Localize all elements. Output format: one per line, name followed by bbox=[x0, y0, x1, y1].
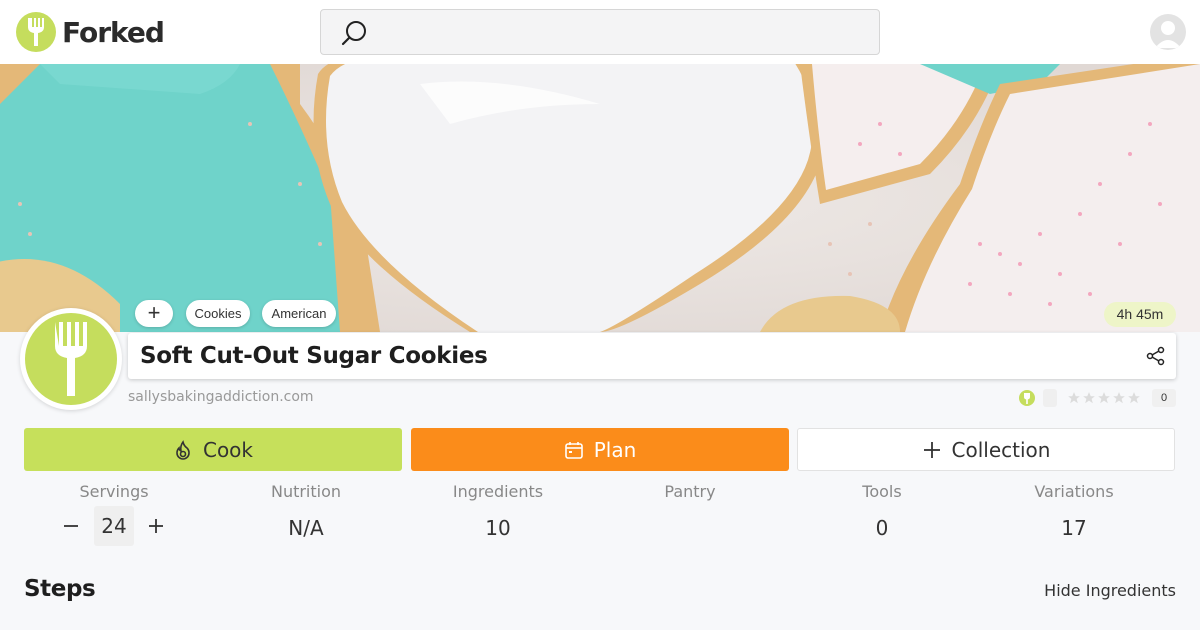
fork-icon bbox=[16, 12, 56, 52]
variations-label: Variations bbox=[1034, 482, 1114, 501]
rating-count-badge: 0 bbox=[1152, 389, 1176, 407]
ingredients-stat[interactable]: Ingredients 10 bbox=[402, 482, 594, 540]
tools-value: 0 bbox=[875, 516, 889, 540]
recipe-hero-image bbox=[0, 64, 1200, 332]
add-tag-button[interactable]: + bbox=[135, 300, 173, 327]
collection-button-label: Collection bbox=[951, 437, 1051, 462]
rating-widget[interactable] bbox=[1018, 389, 1141, 407]
hide-ingredients-toggle[interactable]: Hide Ingredients bbox=[1044, 581, 1176, 600]
flame-icon bbox=[176, 439, 190, 460]
nutrition-stat[interactable]: Nutrition N/A bbox=[210, 482, 402, 540]
variations-stat[interactable]: Variations 17 bbox=[978, 482, 1170, 540]
tag-chip[interactable]: Cookies bbox=[186, 300, 250, 327]
pantry-stat[interactable]: Pantry bbox=[594, 482, 786, 501]
star-icon[interactable] bbox=[1082, 391, 1096, 405]
servings-stat: Servings bbox=[18, 482, 210, 501]
tag-chip[interactable]: American bbox=[262, 300, 336, 327]
plan-button-label: Plan bbox=[593, 437, 637, 462]
add-to-collection-button[interactable]: Collection bbox=[797, 428, 1175, 471]
fork-badge-icon bbox=[1019, 390, 1035, 406]
pantry-label: Pantry bbox=[664, 482, 716, 501]
recipe-title-bar: Soft Cut-Out Sugar Cookies bbox=[128, 333, 1176, 379]
decrease-servings-button[interactable] bbox=[61, 516, 81, 536]
tools-label: Tools bbox=[862, 482, 902, 501]
rating-stars[interactable] bbox=[1067, 391, 1141, 405]
forked-logo[interactable]: Forked bbox=[16, 12, 165, 52]
calendar-icon bbox=[564, 441, 583, 459]
star-icon[interactable] bbox=[1067, 391, 1081, 405]
top-navigation-bar: Forked bbox=[0, 0, 1200, 65]
app-name: Forked bbox=[62, 15, 165, 49]
star-icon[interactable] bbox=[1097, 391, 1111, 405]
plus-icon bbox=[923, 441, 940, 458]
cook-button-label: Cook bbox=[202, 437, 254, 462]
variations-value: 17 bbox=[1061, 516, 1087, 540]
ingredients-label: Ingredients bbox=[452, 482, 544, 501]
total-time-badge: 4h 45m bbox=[1104, 302, 1176, 327]
recipe-author-avatar[interactable] bbox=[20, 308, 122, 410]
plan-button[interactable]: Plan bbox=[411, 428, 789, 471]
fork-icon bbox=[55, 322, 87, 396]
servings-label: Servings bbox=[79, 482, 149, 501]
star-icon[interactable] bbox=[1112, 391, 1126, 405]
recipe-title: Soft Cut-Out Sugar Cookies bbox=[140, 343, 488, 369]
recipe-source-link[interactable]: sallysbakingaddiction.com bbox=[128, 389, 314, 405]
nutrition-value: N/A bbox=[288, 516, 324, 540]
servings-stepper[interactable]: 24 bbox=[56, 506, 172, 546]
ingredients-value: 10 bbox=[485, 516, 511, 540]
share-icon[interactable] bbox=[1146, 346, 1166, 366]
cook-button[interactable]: Cook bbox=[24, 428, 402, 471]
star-icon[interactable] bbox=[1127, 391, 1141, 405]
steps-heading: Steps bbox=[24, 576, 96, 602]
user-avatar[interactable] bbox=[1150, 14, 1186, 50]
search-input[interactable] bbox=[320, 9, 880, 55]
user-icon bbox=[1155, 21, 1181, 48]
nutrition-label: Nutrition bbox=[270, 482, 342, 501]
tools-stat[interactable]: Tools 0 bbox=[786, 482, 978, 540]
search-icon bbox=[341, 21, 366, 46]
servings-value[interactable]: 24 bbox=[94, 506, 134, 546]
increase-servings-button[interactable] bbox=[146, 516, 166, 536]
rating-placeholder bbox=[1043, 389, 1057, 407]
